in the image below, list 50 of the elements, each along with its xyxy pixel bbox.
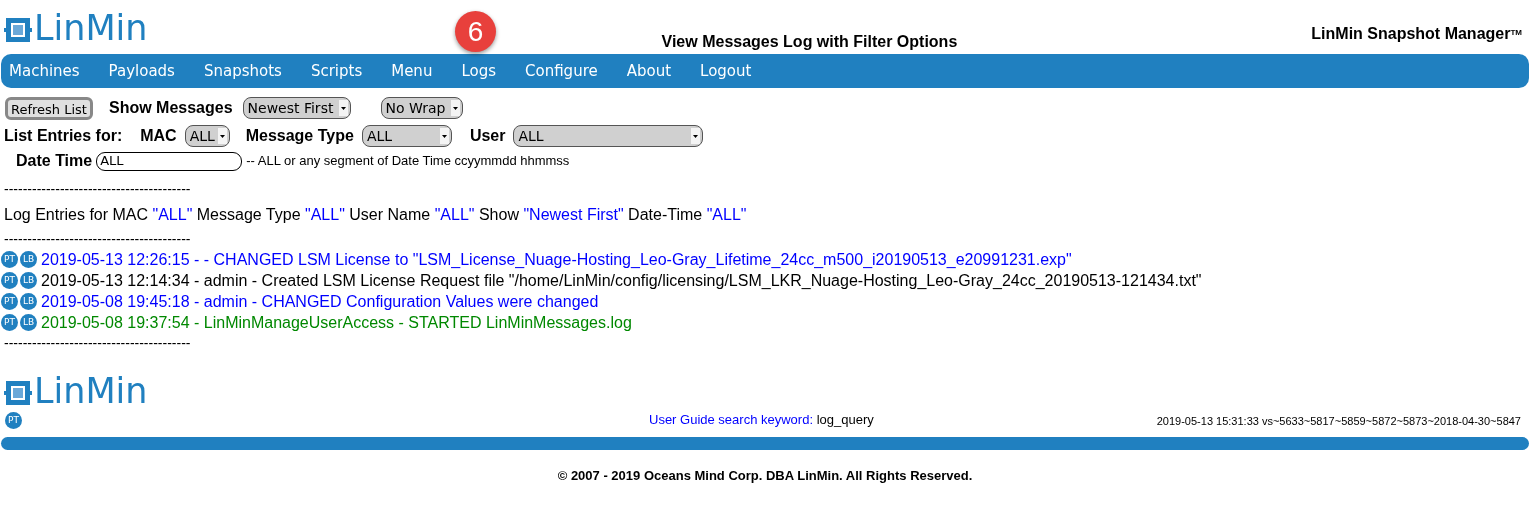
version-text: 2019-05-13 15:31:33 vs~5633~5817~5859~5872~5873~2018-04-30~5847	[1156, 413, 1521, 429]
pt-badge[interactable]: PT	[1, 293, 18, 310]
message-type-select[interactable]: ALL	[361, 125, 452, 147]
nav-link[interactable]: Logout	[700, 59, 752, 83]
separator-text: ----------------------------------------	[4, 181, 191, 197]
list-entries-label: List Entries for:	[4, 126, 123, 146]
date-time-label: Date Time	[16, 151, 93, 171]
user-select[interactable]: ALL	[513, 125, 704, 147]
logo-icon	[4, 379, 32, 407]
step-badge: 6	[455, 11, 496, 52]
order-select[interactable]: Newest First	[242, 97, 351, 119]
copyright-text: © 2007 - 2019 Oceans Mind Corp. DBA LinMin. All Rights Reserved.	[557, 467, 973, 485]
product-name: LinMin Snapshot Manager$^{TM}$	[1311, 24, 1522, 44]
page-title: View Messages Log with Filter Options	[661, 32, 958, 52]
nav-link[interactable]: About	[626, 59, 672, 83]
show-messages-label: Show Messages	[108, 98, 233, 118]
lb-badge[interactable]: LB	[20, 293, 37, 310]
logo-text: LinMin	[34, 375, 148, 407]
mac-select[interactable]: ALL	[184, 125, 230, 147]
nav-link[interactable]: Logs	[461, 59, 496, 83]
user-guide-keyword: User Guide search keyword: log_query	[649, 410, 874, 429]
pt-badge[interactable]: PT	[5, 412, 22, 429]
logo-icon	[4, 16, 32, 44]
message-type-label: Message Type	[245, 126, 354, 146]
date-time-field[interactable]: ALL	[96, 151, 243, 171]
pt-badge[interactable]: PT	[1, 251, 18, 268]
lb-badge[interactable]: LB	[20, 314, 37, 331]
separator-text: ----------------------------------------	[4, 231, 191, 247]
separator-text: ----------------------------------------	[3, 335, 192, 351]
logo-text: LinMin	[34, 12, 148, 44]
pt-badge[interactable]: PT	[1, 272, 18, 289]
user-label: User	[469, 126, 506, 146]
wrap-select[interactable]: No Wrap	[380, 97, 463, 119]
mac-label: MAC	[140, 126, 177, 146]
nav-link[interactable]: Snapshots	[203, 59, 282, 83]
date-time-hint: -- ALL or any segment of Date Time ccyymmdd hhmmss	[246, 152, 570, 171]
lb-badge[interactable]: LB	[20, 272, 37, 289]
nav-link[interactable]: Scripts	[310, 59, 363, 83]
pt-badge[interactable]: PT	[1, 314, 18, 331]
log-summary: Log Entries for MAC "ALL" Message Type "ALL" User Name "ALL" Show "Newest First" Date-Time "ALL"	[4, 205, 747, 225]
nav-link[interactable]: Machines	[9, 59, 80, 83]
refresh-button[interactable]: Refresh List	[5, 96, 93, 120]
log-entry: 2019-05-08 19:37:54 - LinMinManageUserAccess - STARTED LinMinMessages.log	[41, 312, 632, 333]
log-entry: 2019-05-13 12:26:15 - - CHANGED LSM License to "LSM_License_Nuage-Hosting_Leo-Gray_Lifetime_24cc_m500_i20190513_e20991231.exp"	[41, 249, 1072, 270]
nav-link[interactable]: Configure	[525, 59, 598, 83]
log-entry: 2019-05-08 19:45:18 - admin - CHANGED Configuration Values were changed	[41, 291, 599, 312]
nav-link[interactable]: Payloads	[108, 59, 175, 83]
lb-badge[interactable]: LB	[20, 251, 37, 268]
nav-link[interactable]: Menu	[391, 59, 433, 83]
log-entry: 2019-05-13 12:14:34 - admin - Created LSM License Request file "/home/LinMin/config/licensing/LSM_LKR_Nuage-Hosting_Leo-Gray_24cc_20190513-121434.txt"	[41, 270, 1202, 291]
